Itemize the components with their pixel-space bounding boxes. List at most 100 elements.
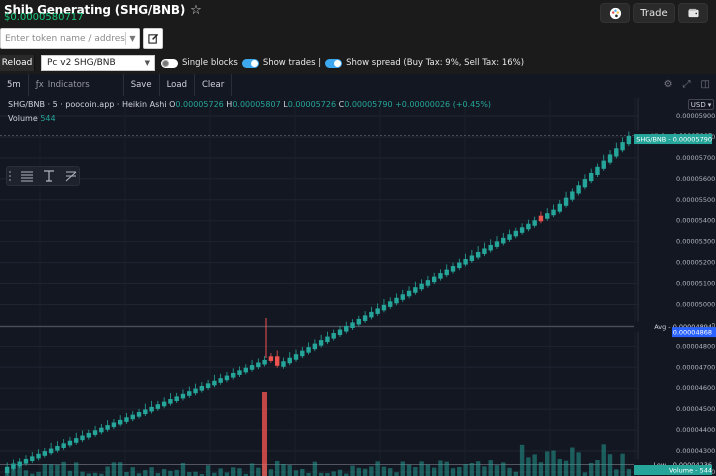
candle-body (394, 297, 399, 304)
currency-select[interactable]: USD ▾ (688, 99, 714, 110)
candle-body (614, 148, 619, 157)
candle-body (243, 367, 248, 373)
candle-body (444, 269, 449, 276)
chevron-down-icon[interactable]: ▼ (126, 34, 139, 43)
candle-body (293, 354, 299, 360)
snapshot-icon[interactable]: ◫ (701, 79, 710, 90)
volume-bar (67, 470, 73, 476)
horizontal-lines-icon[interactable] (20, 170, 34, 182)
show-spread-label: Show spread (Buy Tax: 9%, Sell Tax: 16%) (346, 58, 525, 68)
volume-bar (218, 468, 223, 476)
volume-bar (205, 465, 211, 476)
volume-bar (350, 465, 355, 476)
volume-bar (482, 466, 487, 476)
price-tick-label: 0.00005500 (676, 196, 715, 204)
candle-body (80, 435, 85, 441)
volume-bar (501, 462, 506, 476)
legend-series: SHG/BNB · 5 · poocoin.app · Heikin Ashi (8, 100, 167, 109)
single-blocks-toggle[interactable] (161, 58, 178, 68)
candle-body (488, 244, 493, 251)
volume-bar (130, 467, 135, 476)
star-icon[interactable]: ☆ (190, 4, 202, 17)
show-spread-toggle[interactable] (325, 58, 343, 68)
price-chart[interactable]: 0.000059000.000058000.000057000.00005600… (0, 74, 716, 476)
show-trades-toggle[interactable] (241, 58, 259, 68)
volume-bar (563, 460, 569, 476)
candle-body (281, 361, 286, 367)
candle-body (36, 453, 41, 459)
load-button[interactable]: Load (160, 74, 195, 96)
reload-button[interactable]: Reload (0, 55, 35, 71)
volume-bar (507, 467, 512, 476)
single-blocks-label: Single blocks (182, 58, 238, 68)
price-tick-label: 0.00005700 (676, 154, 715, 162)
edit-icon[interactable] (143, 28, 163, 49)
currency-label: USD (690, 100, 706, 109)
palette-icon[interactable] (600, 3, 630, 23)
chart-panel[interactable]: 0.000059000.000058000.000057000.00005600… (0, 74, 716, 476)
volume-bar (55, 464, 60, 476)
candle-body (406, 290, 412, 297)
candle-body (626, 135, 632, 145)
chart-toolbar: 5m ƒx Indicators Save Load Clear ⚙ ⤢ ◫ (0, 74, 716, 96)
candle-body (105, 425, 110, 430)
save-button[interactable]: Save (124, 74, 160, 96)
volume-bar (488, 460, 493, 476)
clear-button[interactable]: Clear (195, 74, 233, 96)
candle-body (274, 356, 280, 366)
price-tick-label: 0.00004500 (676, 405, 715, 413)
volume-bar (475, 461, 481, 476)
drawing-toolbar (6, 166, 80, 186)
price-tick-label: 0.00005300 (676, 238, 715, 246)
fib-tool-icon[interactable] (64, 170, 78, 182)
volume-bar (42, 464, 48, 476)
settings-icon[interactable]: ⚙ (664, 79, 673, 90)
drag-handle-icon[interactable] (9, 171, 12, 181)
volume-bar (161, 469, 167, 476)
candle-body (224, 375, 230, 381)
candle-body (143, 409, 148, 415)
candle-body (588, 172, 594, 182)
candle-body (205, 383, 211, 388)
chevron-down-icon: ▼ (144, 59, 150, 67)
volume-bar (570, 447, 575, 476)
price-tick-label: 0.00004800 (676, 342, 715, 350)
candle-body (507, 234, 512, 240)
legend-high: 0.00005807 (232, 100, 281, 109)
volume-bar (36, 471, 41, 476)
volume-bar (61, 461, 66, 476)
volume-bar (312, 461, 318, 476)
volume-bar (80, 471, 85, 476)
pair-select[interactable]: Pc v2 SHG/BNB ▼ (41, 55, 155, 71)
volume-bar (601, 444, 606, 476)
candle-body (231, 372, 236, 378)
candle-body (595, 166, 600, 175)
price-tick-label: 0.00005900 (676, 112, 715, 120)
volume-bar (23, 470, 29, 476)
volume-bar (450, 468, 456, 476)
wallet-icon[interactable] (678, 3, 708, 23)
candle-body (212, 380, 217, 386)
candle-body (369, 311, 374, 318)
candle-body (482, 248, 487, 254)
volume-bar (588, 462, 594, 476)
volume-bar (262, 392, 267, 476)
token-search: ▼ (0, 28, 140, 49)
candle-body (187, 391, 192, 396)
text-tool-icon[interactable] (42, 170, 56, 182)
fullscreen-icon[interactable]: ⤢ (683, 79, 691, 90)
volume-bar (607, 454, 613, 476)
interval-button[interactable]: 5m (0, 74, 29, 96)
candle-body (67, 440, 73, 446)
token-search-input[interactable] (1, 33, 125, 44)
trade-button[interactable]: Trade (633, 3, 675, 23)
candle-body (249, 365, 255, 370)
candle-body (620, 142, 625, 151)
price-tick-label: 0.00004300 (676, 447, 715, 455)
volume-bar (168, 470, 173, 476)
candle-body (318, 340, 324, 346)
candle-body (425, 280, 431, 286)
indicators-button[interactable]: ƒx Indicators (29, 74, 124, 96)
indicators-label: Indicators (47, 80, 90, 90)
candle-body (501, 237, 506, 244)
